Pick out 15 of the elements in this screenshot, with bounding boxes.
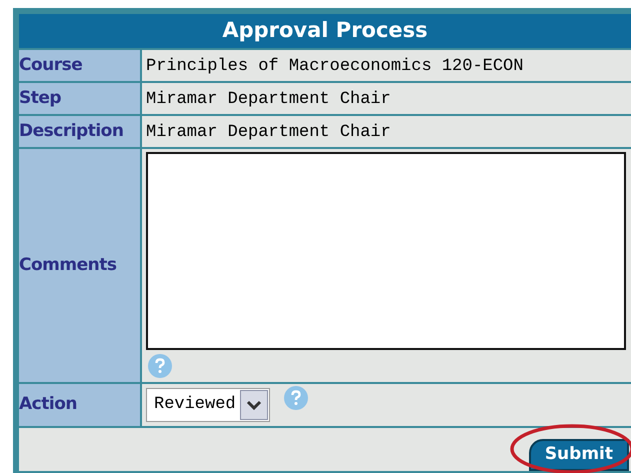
field-label: Description	[19, 120, 124, 143]
field-value: Principles of Macroeconomics 120-ECON	[145, 56, 524, 78]
field-label: Action	[19, 393, 77, 416]
chevron-icon	[240, 390, 268, 420]
help-icon[interactable]	[284, 386, 308, 410]
field-label: Course	[19, 54, 82, 77]
field-value: Miramar Department Chair	[145, 122, 392, 144]
help-icon[interactable]	[148, 354, 172, 378]
field-label: Comments	[19, 254, 116, 277]
submit-button[interactable]: Submit	[528, 439, 629, 471]
action-dropdown[interactable]: Reviewed	[146, 388, 270, 422]
field-label: Step	[19, 86, 62, 110]
panel-title: Approval Process	[19, 14, 631, 48]
comments-field[interactable]	[146, 152, 626, 350]
field-value: Miramar Department Chair	[145, 89, 392, 111]
